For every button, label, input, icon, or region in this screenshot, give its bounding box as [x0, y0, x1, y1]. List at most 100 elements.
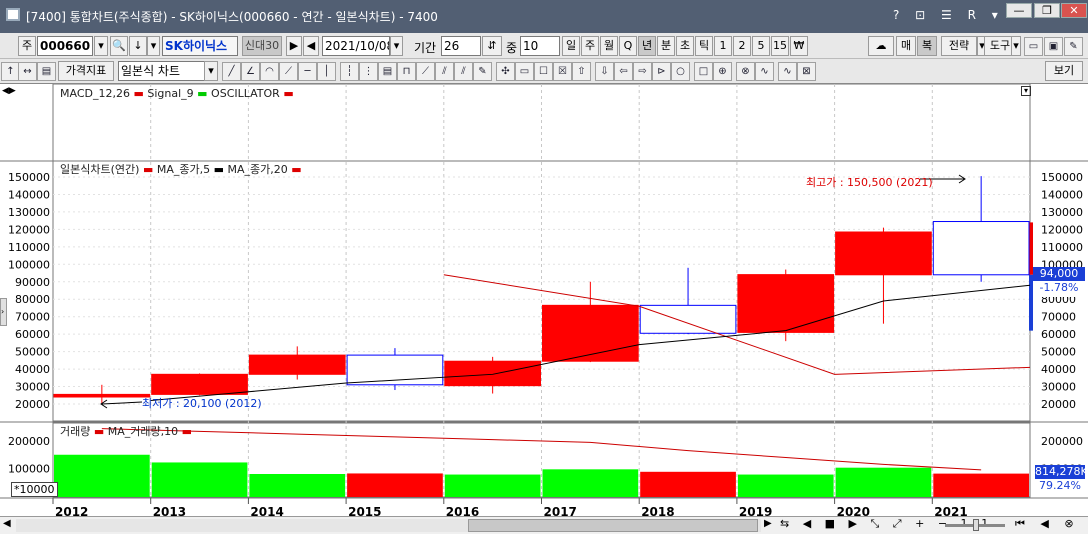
red-dash-icon: ▬ [291, 163, 302, 176]
pointer-tool-icon[interactable]: ⊳ [652, 62, 671, 81]
trend-tool-icon[interactable]: ⟋ [279, 62, 298, 81]
grid-tool-icon[interactable]: ▤ [378, 62, 397, 81]
back-button[interactable]: ◀ [303, 36, 319, 56]
timeframe-button-2[interactable]: 월 [600, 36, 618, 56]
search-icon[interactable]: 🔍 [110, 36, 128, 56]
scroll-thumb[interactable] [468, 519, 758, 532]
horizontal-scrollbar[interactable] [16, 519, 761, 532]
market-select[interactable]: 주 [18, 36, 36, 56]
volume-unit: *10000 [11, 482, 58, 497]
date-input[interactable]: 2021/10/08 [322, 36, 390, 56]
right-button-1[interactable]: 복 [917, 36, 937, 56]
arrow-left-tool-icon[interactable]: ⇦ [614, 62, 633, 81]
timeframe-button-1[interactable]: 주 [581, 36, 599, 56]
app-icon [6, 8, 20, 21]
restore-button[interactable]: ❐ [1034, 3, 1060, 18]
clear-tool-icon[interactable]: ⊠ [797, 62, 816, 81]
wave2-tool-icon[interactable]: ∿ [778, 62, 797, 81]
strategy-button[interactable]: 전략 [941, 36, 977, 56]
zoom-handle[interactable] [973, 519, 979, 531]
toolbar-main: 주 000660 ▾ 🔍 ↓ ▾ SK하이닉스 신대30 ▶ ◀ 2021/10… [0, 33, 1088, 59]
arrow-down-tool-icon[interactable]: ⇩ [595, 62, 614, 81]
red-dash-icon: ▬ [283, 87, 294, 100]
fan-tool-icon[interactable]: ⟋ [416, 62, 435, 81]
wave-tool-icon[interactable]: ∿ [755, 62, 774, 81]
count-input[interactable]: 10 [520, 36, 560, 56]
vline-tool-icon[interactable]: │ [317, 62, 336, 81]
title-bar: [7400] 통합차트(주식종합) - SK하이닉스(000660 - 연간 -… [0, 0, 1088, 33]
notepad-icon[interactable]: ▤ [37, 62, 56, 81]
candle-body [151, 373, 248, 395]
chart-area[interactable]: 150000 150000 140000 140000 130000 130000 1200… [0, 83, 1088, 519]
close-button[interactable]: ✕ [1061, 3, 1087, 18]
stock-code-input[interactable]: 000660 [37, 36, 93, 56]
scroll-left-icon[interactable]: ◀ [3, 518, 11, 529]
timeframe-button-9[interactable]: 2 [733, 36, 751, 56]
period-spinner[interactable]: ⇵ [482, 36, 502, 56]
parallel-tool-icon[interactable]: ⫽ [435, 62, 454, 81]
arrow-lr-icon[interactable]: ↔ [18, 62, 37, 81]
pen-tool-icon[interactable]: ✎ [473, 62, 492, 81]
timeframe-button-10[interactable]: 5 [752, 36, 770, 56]
chart-svg[interactable]: 150000 150000 140000 140000 130000 130000 1200… [0, 84, 1088, 519]
red-dash-icon: ▬ [93, 425, 108, 438]
zoom-in-tool-icon[interactable]: ⊕ [713, 62, 732, 81]
xbox-tool-icon[interactable]: ☒ [553, 62, 572, 81]
vlines-tool-icon[interactable]: ┆ [340, 62, 359, 81]
panel-toggle-left[interactable]: ◀▶ [2, 86, 16, 96]
code-dropdown[interactable]: ▾ [94, 36, 108, 56]
square-tool-icon[interactable]: □ [694, 62, 713, 81]
panel-toggle-right[interactable]: ▾ [1021, 86, 1031, 96]
scroll-right-icon[interactable]: ▶ [764, 518, 772, 529]
price-tick-right: 70000 [1041, 311, 1076, 324]
end-controls[interactable]: ⏮ ◀ ⊗ ⏭ [1015, 517, 1088, 531]
play-button[interactable]: ▶ [286, 36, 302, 56]
timeframe-button-3[interactable]: Q [619, 36, 637, 56]
arrow-right-tool-icon[interactable]: ⇨ [633, 62, 652, 81]
cloud-icon[interactable]: ☁ [868, 36, 894, 56]
price-tick-left: 70000 [15, 311, 50, 324]
cross-tool-icon[interactable]: ✣ [496, 62, 515, 81]
angle-tool-icon[interactable]: ∠ [241, 62, 260, 81]
circle-tool-icon[interactable]: ○ [671, 62, 690, 81]
zoom-out-tool-icon[interactable]: ⊗ [736, 62, 755, 81]
line-tool-icon[interactable]: ╱ [222, 62, 241, 81]
system-icons[interactable]: ? ⊡ ☰ R ▾ [893, 8, 1004, 22]
price-tick-right: 130000 [1041, 206, 1083, 219]
channel-tool-icon[interactable]: ⊓ [397, 62, 416, 81]
view-button[interactable]: 보기 [1045, 61, 1083, 81]
price-tick-left: 50000 [15, 346, 50, 359]
timeframe-button-12[interactable]: ₩ [790, 36, 808, 56]
side-expand-handle[interactable]: › [0, 298, 7, 326]
count-label: 중 [506, 41, 518, 55]
wrench-icon[interactable]: ✎ [1064, 37, 1083, 56]
timeframe-button-6[interactable]: 초 [676, 36, 694, 56]
right-button-0[interactable]: 매 [896, 36, 916, 56]
minimize-button[interactable]: — [1006, 3, 1032, 18]
folder-icon[interactable]: ▭ [1024, 37, 1043, 56]
timeframe-button-8[interactable]: 1 [714, 36, 732, 56]
dots-tool-icon[interactable]: ⋮ [359, 62, 378, 81]
rect-tool-icon[interactable]: ▭ [515, 62, 534, 81]
indicator-button[interactable]: 가격지표 [58, 61, 114, 81]
timeframe-button-5[interactable]: 분 [657, 36, 675, 56]
timeframe-button-0[interactable]: 일 [562, 36, 580, 56]
sort-icon[interactable]: ↓ [129, 36, 147, 56]
parallel2-tool-icon[interactable]: ⫽ [454, 62, 473, 81]
save-icon[interactable]: ▣ [1044, 37, 1063, 56]
arc-tool-icon[interactable]: ◠ [260, 62, 279, 81]
arrow-up-tool-icon[interactable]: ⇧ [572, 62, 591, 81]
period-input[interactable]: 26 [441, 36, 481, 56]
timeframe-button-11[interactable]: 15 [771, 36, 789, 56]
calendar-dropdown[interactable]: ▾ [390, 36, 403, 56]
box-tool-icon[interactable]: ☐ [534, 62, 553, 81]
price-tick-left: 20000 [15, 398, 50, 411]
chart-type-dropdown[interactable]: ▾ [204, 61, 218, 81]
timeframe-button-4[interactable]: 년 [638, 36, 656, 56]
tools-dropdown[interactable]: ▾ [1011, 36, 1021, 56]
list-dropdown[interactable]: ▾ [147, 36, 160, 56]
green-dash-icon: ▬ [197, 87, 212, 100]
timeframe-button-7[interactable]: 틱 [695, 36, 713, 56]
hline-tool-icon[interactable]: ─ [298, 62, 317, 81]
chart-type-select[interactable]: 일본식 차트 [118, 61, 206, 81]
